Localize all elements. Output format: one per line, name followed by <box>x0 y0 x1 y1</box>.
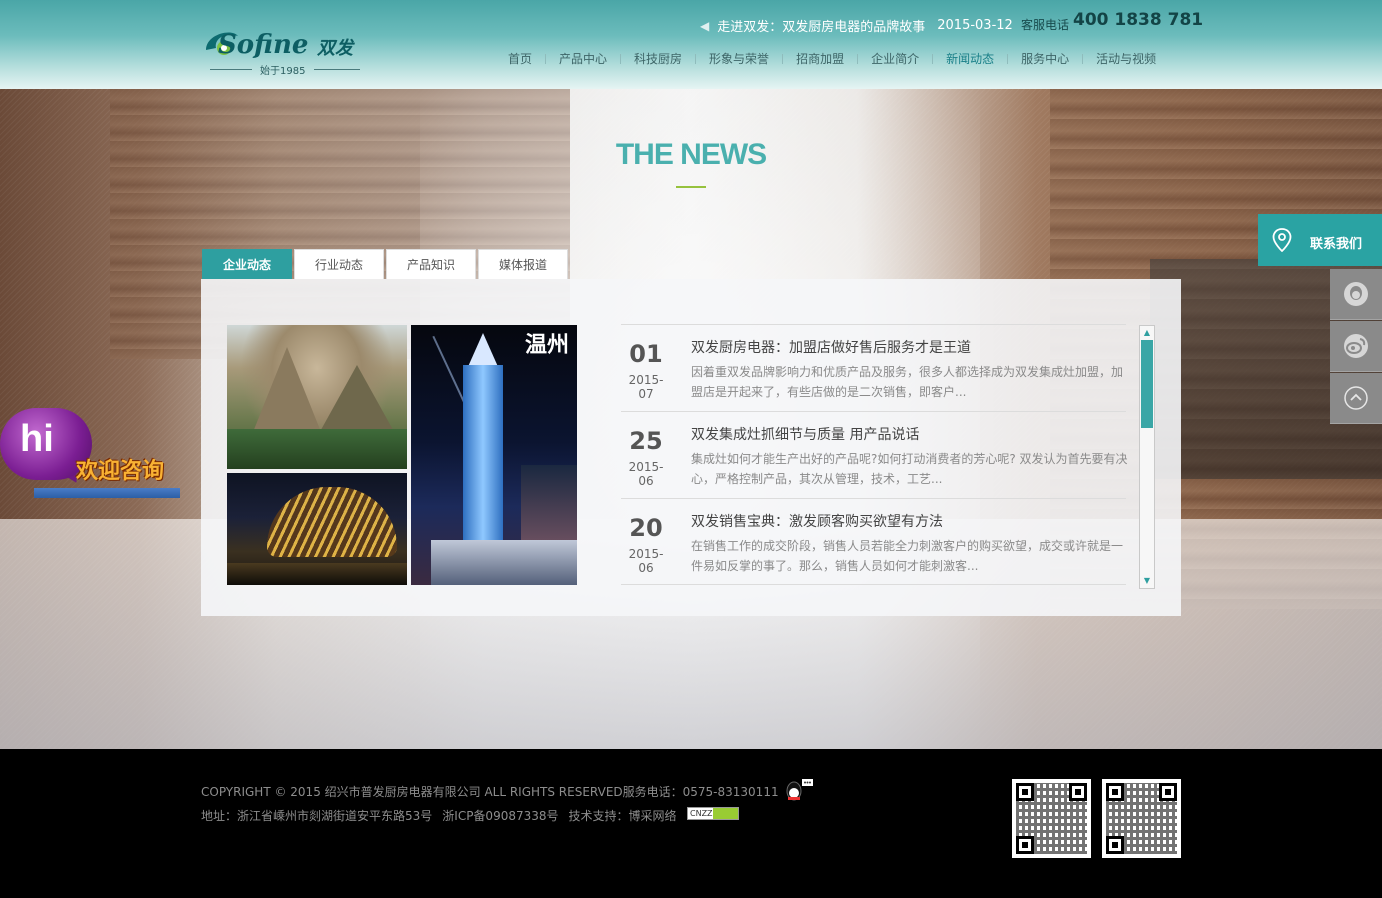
qr-finder <box>1106 783 1124 801</box>
site-header: Sofine 双发 始于1985 ◀ 走进双发：双发厨房电器的品牌故事 2015… <box>0 0 1382 89</box>
qq-button[interactable] <box>1330 269 1382 320</box>
scroll-down-icon[interactable]: ▼ <box>1140 574 1154 588</box>
logo-divider <box>210 69 252 70</box>
footer-info: 地址：浙江省嵊州市剡湖街道安平东路53号 浙ICP备09087338号 技术支持… <box>201 807 677 824</box>
news-day: 25 <box>629 427 663 455</box>
news-day: 20 <box>629 514 663 542</box>
news-day: 01 <box>629 340 663 368</box>
news-year-month: 2015-06 <box>628 460 664 488</box>
site-footer: COPYRIGHT © 2015 绍兴市普发厨房电器有限公司 ALL RIGHT… <box>0 749 1382 898</box>
nav-item-tech-kitchen[interactable]: 科技厨房 <box>621 50 695 67</box>
news-tabs: 企业动态 行业动态 产品知识 媒体报道 <box>202 249 568 279</box>
logo-divider <box>314 69 360 70</box>
nav-item-events[interactable]: 活动与视频 <box>1083 50 1169 67</box>
announcement-date: 2015-03-12 <box>937 18 1013 33</box>
scroll-up-icon[interactable]: ▲ <box>1140 326 1154 340</box>
contact-us-label: 联系我们 <box>1310 237 1363 252</box>
nav-item-home[interactable]: 首页 <box>495 50 545 67</box>
qr-code <box>1012 779 1091 858</box>
hotline-number: 400 1838 781 <box>1073 10 1204 30</box>
footer-icp[interactable]: 浙ICP备09087338号 <box>442 807 558 824</box>
logo-since: 始于1985 <box>260 66 306 77</box>
footer-support[interactable]: 技术支持：博采网络 <box>569 807 677 824</box>
announcement[interactable]: ◀ 走进双发：双发厨房电器的品牌故事 2015-03-12 <box>700 16 1013 35</box>
qr-finder <box>1106 836 1124 854</box>
photo-shape <box>521 465 577 545</box>
qr-finder <box>1016 836 1034 854</box>
news-item[interactable]: 01 2015-07 双发厨房电器：加盟店做好售后服务才是王道 因着重双发品牌影… <box>621 324 1126 411</box>
footer-address: 地址：浙江省嵊州市剡湖街道安平东路53号 <box>201 809 433 823</box>
logo-brand-en: Sofine <box>218 30 309 60</box>
news-item[interactable]: 20 2015-06 双发销售宝典：激发顾客购买欲望有方法 在销售工作的成交阶段… <box>621 498 1126 585</box>
photo-night-building <box>227 473 407 585</box>
news-list: 01 2015-07 双发厨房电器：加盟店做好售后服务才是王道 因着重双发品牌影… <box>621 324 1128 585</box>
weibo-button[interactable] <box>1330 321 1382 372</box>
tab-industry-news[interactable]: 行业动态 <box>294 249 384 279</box>
qr-finder <box>1159 783 1177 801</box>
news-photo-collage[interactable]: 温州 <box>227 325 577 585</box>
news-summary: 在销售工作的成交阶段，销售人员若能全力刺激客户的购买欲望，成交或许就是一件易如反… <box>691 539 1124 573</box>
main-nav: 首页 产品中心 科技厨房 形象与荣誉 招商加盟 企业简介 新闻动态 服务中心 活… <box>495 50 1169 67</box>
news-summary: 因着重双发品牌影响力和优质产品及服务，很多人都选择成为双发集成灶加盟，加盟店是开… <box>691 365 1124 399</box>
photo-caption: 温州 <box>524 333 569 358</box>
hi-widget-bar <box>34 488 180 498</box>
hotline-label: 客服电话 <box>1021 18 1070 32</box>
photo-mountain <box>227 325 407 469</box>
location-pin-icon <box>1272 228 1292 252</box>
logo[interactable]: Sofine 双发 始于1985 <box>202 26 372 78</box>
chevron-up-icon <box>1344 386 1368 410</box>
hi-consult-widget[interactable]: hi 欢迎咨询 <box>0 408 190 500</box>
photo-shape <box>463 365 503 565</box>
scroll-thumb[interactable] <box>1141 340 1153 428</box>
back-to-top-button[interactable] <box>1330 373 1382 424</box>
hi-text: hi <box>20 418 54 460</box>
nav-item-honors[interactable]: 形象与荣誉 <box>696 50 782 67</box>
news-year-month: 2015-06 <box>628 547 664 575</box>
cnzz-badge[interactable]: CNZZ <box>687 807 739 820</box>
photo-shape <box>431 540 577 585</box>
news-item[interactable]: 25 2015-06 双发集成灶抓细节与质量 用产品说话 集成灶如何才能生产出好… <box>621 411 1128 498</box>
news-year-month: 2015-07 <box>628 373 664 401</box>
qq-icon <box>1344 282 1368 306</box>
news-summary: 集成灶如何才能生产出好的产品呢?如何打动消费者的芳心呢? 双发认为首先要有决心，… <box>691 452 1128 486</box>
nav-item-about[interactable]: 企业简介 <box>858 50 932 67</box>
section-title: THE NEWS <box>615 138 767 171</box>
photo-shape <box>267 487 397 557</box>
tab-product-knowledge[interactable]: 产品知识 <box>386 249 476 279</box>
nav-item-service[interactable]: 服务中心 <box>1008 50 1082 67</box>
weibo-icon <box>1344 334 1368 358</box>
news-scrollbar[interactable]: ▲ ▼ <box>1139 325 1155 589</box>
news-title[interactable]: 双发集成灶抓细节与质量 用产品说话 <box>691 424 919 444</box>
qr-finder <box>1016 783 1034 801</box>
tab-media-reports[interactable]: 媒体报道 <box>478 249 568 279</box>
contact-us-button[interactable]: 联系我们 <box>1258 214 1382 266</box>
news-title[interactable]: 双发销售宝典：激发顾客购买欲望有方法 <box>691 511 943 531</box>
hi-consult-label: 欢迎咨询 <box>76 459 165 484</box>
nav-item-franchise[interactable]: 招商加盟 <box>783 50 857 67</box>
section-underline <box>676 186 706 188</box>
announcement-text[interactable]: 走进双发：双发厨房电器的品牌故事 <box>717 16 925 35</box>
news-panel: 温州 01 2015-07 双发厨房电器：加盟店做好售后服务才是王道 因着重双发… <box>201 279 1181 616</box>
photo-shape <box>227 563 407 585</box>
tab-company-news[interactable]: 企业动态 <box>202 249 292 279</box>
nav-item-products[interactable]: 产品中心 <box>546 50 620 67</box>
qr-code <box>1102 779 1181 858</box>
qr-finder <box>1069 783 1087 801</box>
photo-shape <box>227 429 407 469</box>
photo-shape <box>467 333 499 369</box>
news-title[interactable]: 双发厨房电器：加盟店做好售后服务才是王道 <box>691 337 971 357</box>
footer-copyright: COPYRIGHT © 2015 绍兴市普发厨房电器有限公司 ALL RIGHT… <box>201 785 779 799</box>
logo-brand-cn: 双发 <box>317 38 353 59</box>
nav-item-news[interactable]: 新闻动态 <box>933 50 1007 67</box>
qq-chat-icon[interactable] <box>784 777 814 803</box>
speaker-icon: ◀ <box>700 18 710 33</box>
photo-tower: 温州 <box>411 325 577 585</box>
